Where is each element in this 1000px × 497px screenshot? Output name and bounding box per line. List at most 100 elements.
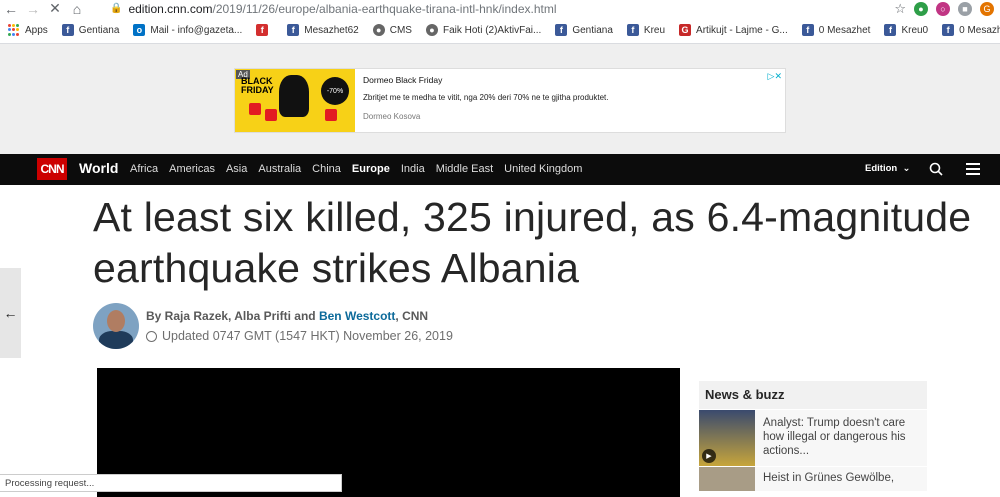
lock-icon: 🔒 bbox=[110, 3, 123, 14]
ad-title[interactable]: Dormeo Black Friday bbox=[363, 75, 777, 85]
bookmark-faik-hoti[interactable]: ● Faik Hoti (2)AktivFai... bbox=[425, 24, 542, 36]
facebook-icon: f bbox=[61, 24, 74, 36]
edition-label: Edition bbox=[865, 163, 898, 174]
bookmark-f-red[interactable]: f bbox=[256, 24, 273, 36]
bookmark-label: Mail - info@gazeta... bbox=[150, 24, 243, 36]
facebook-icon: f bbox=[555, 24, 568, 36]
url-host: edition.cnn.com bbox=[128, 1, 213, 16]
facebook-icon: f bbox=[942, 24, 955, 36]
chevron-down-icon: ⌄ bbox=[899, 163, 911, 174]
news-thumbnail[interactable]: ▶ bbox=[699, 410, 755, 466]
article-headline: At least six killed, 325 injured, as 6.4… bbox=[93, 194, 972, 291]
bookmark-label: 0 Mesazhet bbox=[818, 24, 871, 36]
bookmark-mesazhet62[interactable]: f Mesazhet62 bbox=[287, 24, 359, 36]
byline-author-link[interactable]: Ben Westcott bbox=[319, 309, 395, 323]
ad-image[interactable]: Ad BLACK FRIDAY -70% bbox=[235, 69, 355, 132]
byline: By Raja Razek, Alba Prifti and Ben Westc… bbox=[146, 309, 428, 323]
address-bar[interactable]: 🔒 edition.cnn.com/2019/11/26/europe/alba… bbox=[110, 0, 557, 17]
bookmark-kreu0[interactable]: f Kreu0 bbox=[884, 24, 928, 36]
extension-gray-icon[interactable]: ■ bbox=[958, 2, 972, 16]
bookmark-label: Artikujt - Lajme - G... bbox=[696, 24, 788, 36]
bookmark-apps[interactable]: Apps bbox=[8, 24, 48, 36]
nav-link-africa[interactable]: Africa bbox=[130, 163, 158, 175]
bookmark-label: Kreu0 bbox=[901, 24, 929, 36]
bookmark-label: 0 Mesazhet bbox=[959, 24, 1000, 36]
globe-icon: ● bbox=[425, 24, 438, 36]
news-buzz-title: News & buzz bbox=[699, 381, 927, 409]
forward-arrow-icon[interactable]: → bbox=[22, 0, 44, 17]
discount-badge: -70% bbox=[321, 77, 349, 105]
nav-link-europe[interactable]: Europe bbox=[352, 163, 390, 175]
updated-text: Updated 0747 GMT (1547 HKT) November 26,… bbox=[162, 329, 453, 343]
clock-icon bbox=[146, 330, 157, 342]
bookmark-mail[interactable]: o Mail - info@gazeta... bbox=[133, 24, 242, 36]
cnn-logo[interactable]: CNN bbox=[37, 158, 67, 180]
bookmark-0-mesazhet-2[interactable]: f 0 Mesazhet bbox=[942, 24, 1000, 36]
ad-area: Ad BLACK FRIDAY -70% Dormeo Black Friday… bbox=[0, 44, 1000, 154]
nav-link-australia[interactable]: Australia bbox=[258, 163, 301, 175]
shopping-bag-icon bbox=[249, 103, 261, 115]
outlook-icon: o bbox=[133, 24, 146, 36]
ad-brand: Dormeo Kosova bbox=[363, 112, 421, 121]
bookmark-label: Mesazhet62 bbox=[304, 24, 359, 36]
extension-instagram-icon[interactable]: ○ bbox=[936, 2, 950, 16]
cnn-navbar: CNN World Africa Americas Asia Australia… bbox=[0, 154, 1000, 185]
ad-description: Zbritjet me te medha te vitit, nga 20% d… bbox=[363, 93, 609, 102]
stop-icon[interactable]: ✕ bbox=[44, 0, 66, 17]
home-icon[interactable]: ⌂ bbox=[66, 0, 88, 17]
bookmark-label: Kreu bbox=[643, 24, 666, 36]
author-avatar bbox=[93, 303, 139, 349]
nav-link-middle-east[interactable]: Middle East bbox=[436, 163, 493, 175]
nav-link-india[interactable]: India bbox=[401, 163, 425, 175]
section-title[interactable]: World bbox=[79, 160, 118, 176]
facebook-icon: f bbox=[884, 24, 897, 36]
shopping-bag-icon bbox=[265, 109, 277, 121]
profile-avatar[interactable]: G bbox=[980, 2, 994, 16]
extension-green-icon[interactable]: ● bbox=[914, 2, 928, 16]
browser-status-bar: Processing request... bbox=[0, 474, 342, 492]
hamburger-menu-icon[interactable] bbox=[966, 163, 980, 175]
bookmark-kreu[interactable]: f Kreu bbox=[626, 24, 666, 36]
news-buzz-item[interactable]: ▶ Analyst: Trump doesn't care how illega… bbox=[699, 409, 927, 466]
news-thumbnail[interactable] bbox=[699, 467, 755, 491]
facebook-icon: f bbox=[801, 24, 814, 36]
bookmark-cms[interactable]: ● CMS bbox=[372, 24, 412, 36]
nav-link-americas[interactable]: Americas bbox=[169, 163, 215, 175]
star-icon[interactable]: ☆ bbox=[894, 1, 906, 17]
url-path: /2019/11/26/europe/albania-earthquake-ti… bbox=[212, 1, 557, 16]
f-red-icon: f bbox=[256, 24, 269, 36]
nav-link-china[interactable]: China bbox=[312, 163, 341, 175]
news-buzz-item-text[interactable]: Analyst: Trump doesn't care how illegal … bbox=[755, 410, 927, 466]
nav-link-united-kingdom[interactable]: United Kingdom bbox=[504, 163, 582, 175]
bookmark-label: Apps bbox=[25, 24, 48, 36]
back-arrow-icon[interactable]: ← bbox=[0, 0, 22, 17]
apps-grid-icon bbox=[8, 24, 20, 36]
globe-icon: ● bbox=[372, 24, 385, 36]
bookmark-label: Gentiana bbox=[78, 24, 120, 36]
back-tab-arrow-icon[interactable]: ← bbox=[0, 268, 21, 358]
bookmark-artikujt[interactable]: G Artikujt - Lajme - G... bbox=[679, 24, 788, 36]
ad-choices-icon[interactable]: ▷✕ bbox=[768, 71, 782, 82]
bookmark-label: Faik Hoti (2)AktivFai... bbox=[442, 24, 542, 36]
shopping-bag-icon bbox=[325, 109, 337, 121]
search-icon[interactable] bbox=[929, 162, 943, 176]
nav-links: Africa Americas Asia Australia China Eur… bbox=[130, 163, 582, 175]
facebook-icon: f bbox=[287, 24, 300, 36]
bookmark-label: Gentiana bbox=[572, 24, 613, 36]
ad-card[interactable]: Ad BLACK FRIDAY -70% Dormeo Black Friday… bbox=[234, 68, 786, 133]
bookmark-gentiana-2[interactable]: f Gentiana bbox=[555, 24, 613, 36]
byline-authors: By Raja Razek, Alba Prifti and bbox=[146, 309, 316, 323]
extensions: ☆ ● ○ ■ G bbox=[894, 1, 994, 17]
news-buzz-item-text[interactable]: Heist in Grünes Gewölbe, bbox=[755, 467, 902, 491]
ge-icon: G bbox=[679, 24, 692, 36]
updated-timestamp: Updated 0747 GMT (1547 HKT) November 26,… bbox=[146, 329, 453, 343]
bookmarks-bar: Apps f Gentiana o Mail - info@gazeta... … bbox=[0, 17, 1000, 44]
cat-illustration bbox=[279, 75, 309, 117]
play-icon: ▶ bbox=[702, 449, 716, 463]
bookmark-gentiana[interactable]: f Gentiana bbox=[61, 24, 120, 36]
news-buzz-item[interactable]: Heist in Grünes Gewölbe, bbox=[699, 466, 927, 491]
edition-dropdown[interactable]: Edition ⌄ bbox=[865, 163, 910, 174]
bookmark-0-mesazhet[interactable]: f 0 Mesazhet bbox=[801, 24, 871, 36]
nav-link-asia[interactable]: Asia bbox=[226, 163, 247, 175]
bookmark-label: CMS bbox=[389, 24, 412, 36]
